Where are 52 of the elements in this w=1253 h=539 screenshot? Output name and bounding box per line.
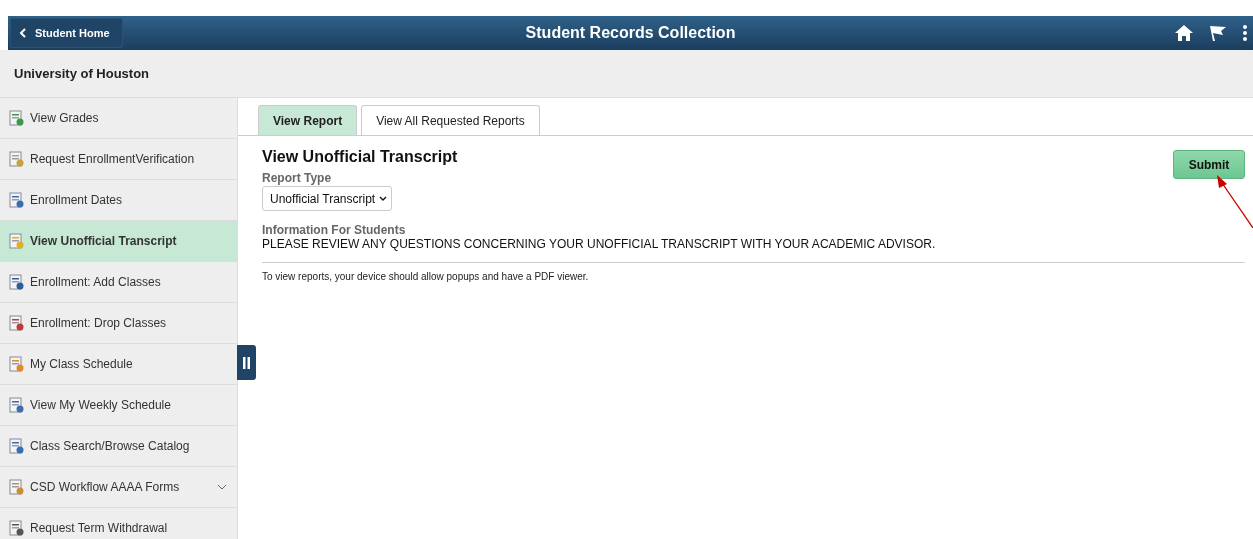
back-button[interactable]: Student Home [10,18,123,48]
sidebar-item-label: View My Weekly Schedule [30,398,172,412]
sidebar-item-label: CSD Workflow AAAA Forms [30,480,181,494]
sidebar-item-label: Enrollment: Add Classes [30,275,162,289]
sidebar-item[interactable]: View Unofficial Transcript [0,221,237,262]
dropdown-caret-icon [379,196,388,201]
annotation-arrow [1214,174,1253,228]
sidebar-item-label: View Unofficial Transcript [30,234,178,248]
info-text: PLEASE REVIEW ANY QUESTIONS CONCERNING YOUR UNOFFICIAL TRANSCRIPT WITH YOUR ACADEMIC ADVISOR. [262,237,937,251]
sidebar-item[interactable]: Request EnrollmentVerification [0,139,237,180]
field-label: Report Type [262,171,333,185]
institution-title: University of Houston [0,50,1253,98]
document-icon [8,438,24,454]
sidebar-item-label: Enrollment Dates [30,193,124,207]
report-type-select[interactable]: Unofficial Transcript [262,186,393,211]
sidebar-item-label: View Grades [30,111,100,125]
sidebar-item[interactable]: Enrollment: Add Classes [0,262,237,303]
flag-icon[interactable] [1209,25,1227,41]
menu-icon[interactable] [1243,25,1247,41]
sidebar-item[interactable]: Request Term Withdrawal [0,508,237,539]
document-icon [8,233,24,249]
sidebar-item-label: Class Search/Browse Catalog [30,439,191,453]
document-icon [8,397,24,413]
chevron-left-icon [19,28,27,38]
home-icon[interactable] [1175,25,1193,41]
sidebar-item[interactable]: Class Search/Browse Catalog [0,426,237,467]
report-title: View Unofficial Transcript [262,148,458,166]
tab[interactable]: View All Requested Reports [361,105,540,135]
sidebar-item[interactable]: CSD Workflow AAAA Forms [0,467,237,508]
tab[interactable]: View Report [258,105,358,135]
sidebar-item[interactable]: Enrollment: Drop Classes [0,303,237,344]
sidebar-item-label: Request Term Withdrawal [30,521,169,535]
collapse-handle[interactable] [237,345,256,380]
document-icon [8,151,24,167]
document-icon [8,192,24,208]
submit-button[interactable]: Submit [1173,150,1245,179]
document-icon [8,356,24,372]
document-icon [8,315,24,331]
sidebar-item[interactable]: My Class Schedule [0,344,237,385]
info-label: Information For Students [262,223,407,237]
sidebar-item[interactable]: View My Weekly Schedule [0,385,237,426]
sidebar-item[interactable]: View Grades [0,98,237,139]
chevron-icon[interactable] [217,484,227,490]
sidebar-item-label: Enrollment: Drop Classes [30,316,168,330]
note-text: To view reports, your device should allow popups and have a PDF viewer. [262,271,590,282]
document-icon [8,274,24,290]
page-title: Student Records Collection [525,24,736,42]
sidebar-item-label: Request EnrollmentVerification [30,152,196,166]
document-icon [8,110,24,126]
sidebar-item-label: My Class Schedule [30,357,134,371]
document-icon [8,479,24,495]
document-icon [8,520,24,536]
